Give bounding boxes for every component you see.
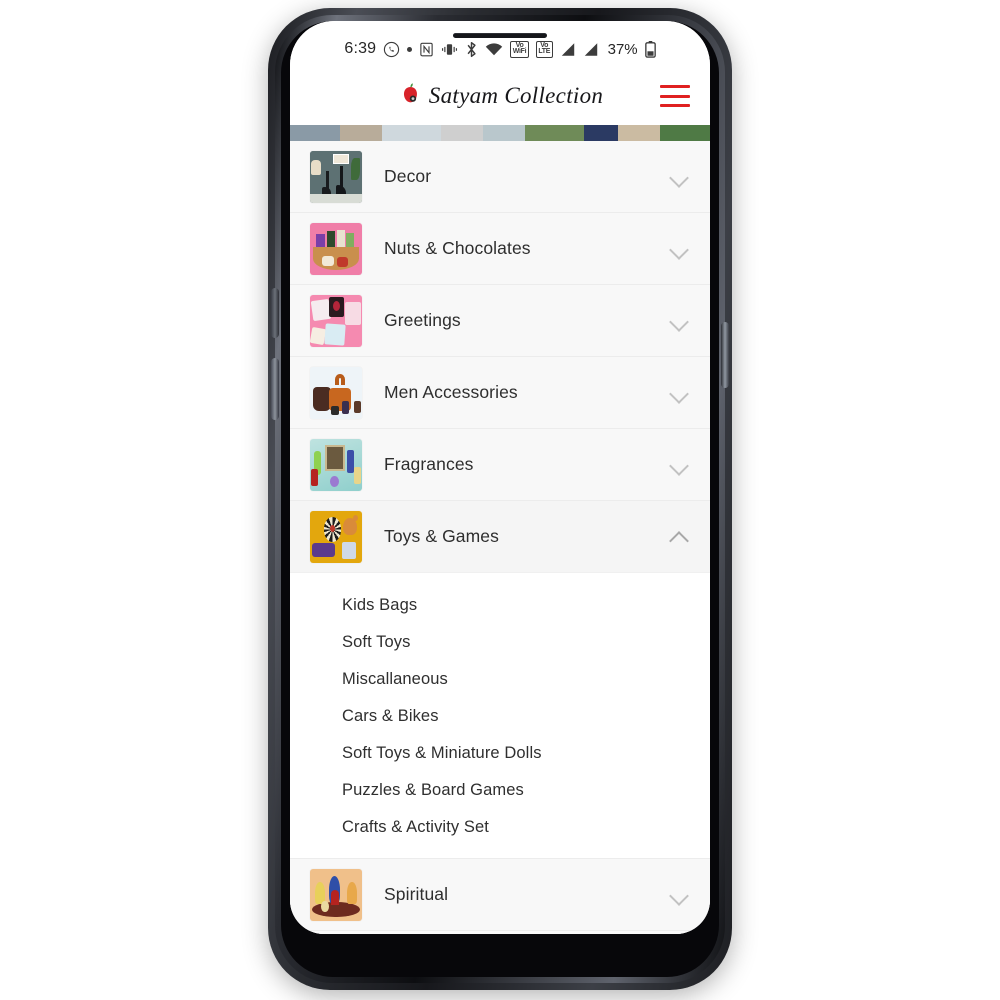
category-thumbnail-spiritual <box>310 868 362 921</box>
chevron-up-icon[interactable] <box>668 526 690 548</box>
earpiece-speaker <box>453 33 547 38</box>
category-thumbnail-men-accessories <box>310 366 362 419</box>
battery-icon <box>644 40 656 58</box>
volume-up-button[interactable] <box>271 288 279 338</box>
apple-logo-icon <box>397 81 423 112</box>
signal-bars-1-icon <box>560 42 576 57</box>
category-thumbnail-greetings <box>310 294 362 347</box>
subcategory-list[interactable]: Kids Bags Soft Toys Miscallaneous Cars &… <box>290 573 710 859</box>
category-row-spiritual[interactable]: Spiritual <box>290 859 710 931</box>
category-list[interactable]: Decor Nuts & Chocolates Greetings Men Ac… <box>290 141 710 934</box>
subcategory-item[interactable]: Kids Bags <box>290 587 710 624</box>
vowifi-bottom-label: WiFi <box>512 48 527 55</box>
category-row-men-accessories[interactable]: Men Accessories <box>290 357 710 429</box>
app-header: Satyam Collection <box>290 67 710 125</box>
subcategory-item[interactable]: Puzzles & Board Games <box>290 772 710 809</box>
category-row-fragrances[interactable]: Fragrances <box>290 429 710 501</box>
volte-wifi-2-icon: Vo WiFi <box>510 40 529 58</box>
subcategory-item[interactable]: Cars & Bikes <box>290 698 710 735</box>
status-bar-clock: 6:39 <box>344 40 377 57</box>
screenshot-stage: 6:39 Vo WiFi Vo LTE 37% Satyam Collectio… <box>0 0 1000 1000</box>
status-bar: 6:39 Vo WiFi Vo LTE 37% <box>290 21 710 67</box>
volte-bottom-label: LTE <box>538 48 551 55</box>
whatsapp-icon <box>383 41 400 58</box>
category-label: Greetings <box>384 310 461 330</box>
chevron-down-icon[interactable] <box>668 454 690 476</box>
hamburger-menu-icon[interactable] <box>660 85 690 107</box>
signal-bars-2-icon <box>583 42 599 57</box>
subcategory-item[interactable]: Soft Toys <box>290 624 710 661</box>
dot-indicator <box>407 46 413 52</box>
category-thumbnail-nuts-chocolates <box>310 222 362 275</box>
chevron-down-icon[interactable] <box>668 238 690 260</box>
volume-down-button[interactable] <box>271 358 279 420</box>
volte-1-icon: Vo LTE <box>535 40 553 58</box>
category-row-partial-next[interactable] <box>290 931 710 934</box>
category-label: Nuts & Chocolates <box>384 238 531 258</box>
power-button[interactable] <box>721 322 729 388</box>
category-label: Toys & Games <box>384 526 499 546</box>
brand-lockup: Satyam Collection <box>290 81 710 112</box>
page-title: Satyam Collection <box>428 83 604 108</box>
wifi-icon <box>485 42 503 57</box>
category-thumbnail-decor <box>310 150 362 203</box>
category-row-toys-games[interactable]: Toys & Games <box>290 501 710 573</box>
chevron-down-icon[interactable] <box>668 884 690 906</box>
subcategory-item[interactable]: Soft Toys & Miniature Dolls <box>290 735 710 772</box>
category-label: Men Accessories <box>384 382 518 402</box>
nfc-icon <box>419 42 434 57</box>
category-label: Fragrances <box>384 454 474 474</box>
category-row-decor[interactable]: Decor <box>290 141 710 213</box>
category-label: Spiritual <box>384 884 449 904</box>
category-row-nuts-chocolates[interactable]: Nuts & Chocolates <box>290 213 710 285</box>
battery-percent-label: 37% <box>607 40 638 58</box>
category-thumbnail-toys-games <box>310 510 362 563</box>
vibrate-icon <box>441 42 458 57</box>
chevron-down-icon[interactable] <box>668 310 690 332</box>
category-label: Decor <box>384 166 432 186</box>
chevron-down-icon[interactable] <box>668 382 690 404</box>
category-thumbnail-fragrances <box>310 438 362 491</box>
subcategory-item[interactable]: Crafts & Activity Set <box>290 809 710 846</box>
chevron-down-icon[interactable] <box>668 166 690 188</box>
bluetooth-icon <box>465 41 478 58</box>
category-row-greetings[interactable]: Greetings <box>290 285 710 357</box>
subcategory-item[interactable]: Miscallaneous <box>290 661 710 698</box>
banner-carousel-strip[interactable] <box>290 125 710 141</box>
phone-screen: 6:39 Vo WiFi Vo LTE 37% Satyam Collectio… <box>290 21 710 934</box>
